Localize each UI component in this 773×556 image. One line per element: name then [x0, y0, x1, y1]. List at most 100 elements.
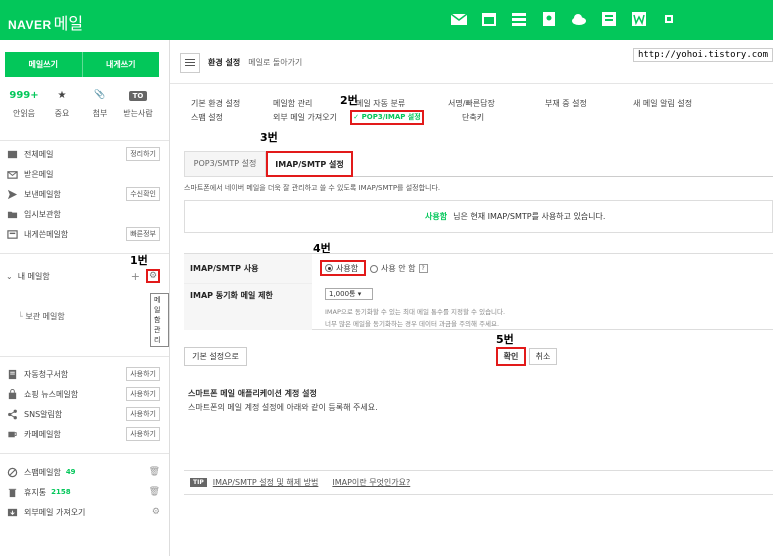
use-button[interactable]: 사용하기	[126, 387, 160, 401]
folder-all[interactable]: 전체메일 정리하기	[6, 146, 160, 162]
divider	[0, 356, 169, 357]
unread-count: 999+	[9, 90, 39, 101]
step-5-label: 5번	[496, 333, 514, 346]
service-shopping[interactable]: 쇼핑 뉴스메일함 사용하기	[6, 386, 160, 402]
url-watermark: http://yohoi.tistory.com	[632, 48, 773, 62]
my-mailbox-header[interactable]: ⌄ 내 메일함 + ⚙	[6, 268, 160, 284]
list-icon[interactable]	[510, 10, 528, 28]
tip-link-setup[interactable]: IMAP/SMTP 설정 및 해제 방법	[213, 477, 319, 488]
trash-count: 2158	[51, 488, 71, 496]
quick-to[interactable]: TO 받는사람	[119, 90, 157, 119]
quick-important[interactable]: ★ 중요	[43, 90, 81, 119]
service-billing[interactable]: 자동청구서함 사용하기	[6, 366, 160, 382]
menu-signature[interactable]: 서명/빠른답장	[448, 98, 495, 109]
write-self-button[interactable]: 내게쓰기	[82, 52, 159, 77]
status-box: 사용함 님은 현재 IMAP/SMTP를 사용하고 있습니다.	[184, 200, 773, 233]
folder-external[interactable]: 외부메일 가져오기 ⚙	[6, 504, 160, 520]
reset-button[interactable]: 기본 설정으로	[184, 347, 247, 366]
top-bar: NAVER 메일	[0, 0, 773, 40]
contacts-icon[interactable]	[540, 10, 558, 28]
help-line-2: 너무 많은 메일을 동기화하는 경우 데이터 과금을 주의해 주세요.	[325, 320, 500, 328]
service-cafe[interactable]: 카페메일함 사용하기	[6, 426, 160, 442]
radio-use[interactable]: 사용함	[320, 260, 366, 276]
brand-logo[interactable]: NAVER 메일	[8, 10, 83, 34]
trash-bin-icon	[6, 486, 18, 498]
menu-basic[interactable]: 기본 환경 설정	[191, 98, 240, 109]
attachment-label: 첨부	[92, 109, 108, 118]
cancel-button[interactable]: 취소	[529, 348, 557, 365]
quick-unread[interactable]: 999+ 안읽음	[5, 90, 43, 119]
divider	[170, 83, 773, 84]
help-icon[interactable]: ?	[418, 264, 428, 273]
folder-label: 임시보관함	[24, 209, 61, 219]
menu-pop3-imap[interactable]: ✓ POP3/IMAP 설정	[350, 110, 424, 125]
gear-icon[interactable]: ⚙	[146, 269, 160, 283]
inbox-icon	[6, 168, 18, 180]
use-button[interactable]: 사용하기	[126, 427, 160, 441]
folder-drafts[interactable]: 임시보관함	[6, 206, 160, 222]
use-button[interactable]: 사용하기	[126, 367, 160, 381]
service-label: 카페메일함	[24, 429, 61, 439]
organize-button[interactable]: 정리하기	[126, 147, 160, 161]
tip-link-what-is-imap[interactable]: IMAP이란 무엇인가요?	[332, 477, 410, 488]
brand-naver: NAVER	[8, 18, 52, 32]
sync-limit-select[interactable]: 1,000통 ▾	[325, 288, 373, 300]
menu-mailbox[interactable]: 메일함 관리	[273, 98, 312, 109]
archive-folder[interactable]: └ 보관 메일함	[18, 311, 65, 322]
mail-icon[interactable]	[450, 10, 468, 28]
tab-bar: POP3/SMTP 설정 IMAP/SMTP 설정	[184, 151, 773, 177]
archive-folder-label: 보관 메일함	[25, 312, 65, 321]
quick-view-button[interactable]: 빠른정부	[126, 227, 160, 241]
menu-new-mail-alert[interactable]: 새 메일 알림 설정	[633, 98, 692, 109]
gear-icon[interactable]: ⚙	[152, 507, 160, 517]
menu-auto-sort[interactable]: 메일 자동 분류	[356, 98, 405, 109]
confirm-button[interactable]: 확인	[496, 347, 526, 366]
use-button[interactable]: 사용하기	[126, 407, 160, 421]
important-label: 중요	[54, 109, 70, 118]
menu-away[interactable]: 부재 중 설정	[545, 98, 587, 109]
cloud-icon[interactable]	[570, 10, 588, 28]
radio-not-use-label: 사용 안 함	[381, 264, 416, 273]
add-folder-icon[interactable]: +	[131, 270, 140, 283]
menu-shortcuts[interactable]: 단축키	[462, 112, 484, 123]
trash-icon[interactable]: 🗑	[149, 487, 160, 497]
menu-icon[interactable]	[180, 52, 200, 73]
manage-mailbox-tooltip: 메일함 관리	[150, 293, 169, 347]
chevron-down-icon[interactable]: ⌄	[6, 272, 13, 281]
service-label: SNS알림함	[24, 409, 63, 419]
quick-attachment[interactable]: 📎 첨부	[81, 90, 119, 119]
tab-imap-smtp[interactable]: IMAP/SMTP 설정	[266, 151, 353, 177]
back-to-mail-link[interactable]: 메일로 돌아가기	[248, 57, 302, 68]
folder-sent[interactable]: 보낸메일함 수신확인	[6, 186, 160, 202]
radio-unchecked-icon	[370, 264, 378, 273]
to-label: 받는사람	[123, 109, 153, 118]
trash-icon[interactable]: 🗑	[149, 467, 160, 477]
shopping-bag-icon	[6, 388, 18, 400]
menu-spam[interactable]: 스팸 설정	[191, 112, 223, 123]
folder-spam[interactable]: 스팸메일함 49 🗑	[6, 464, 160, 480]
folder-inbox[interactable]: 받은메일	[6, 166, 160, 182]
menu-external[interactable]: 외부 메일 가져오기	[273, 112, 337, 123]
folder-label: 스팸메일함	[24, 467, 61, 477]
divider	[0, 140, 169, 141]
tab-pop3-smtp[interactable]: POP3/SMTP 설정	[184, 151, 266, 177]
office-icon[interactable]	[630, 10, 648, 28]
service-label: 자동청구서함	[24, 369, 69, 379]
radio-not-use[interactable]: 사용 안 함?	[370, 263, 428, 274]
share-icon	[6, 408, 18, 420]
brand-mail: 메일	[53, 16, 84, 33]
more-icon[interactable]	[660, 10, 678, 28]
page-title: 환경 설정	[208, 58, 241, 67]
calendar-icon[interactable]	[480, 10, 498, 28]
memo-icon[interactable]	[600, 10, 618, 28]
quick-filters: 999+ 안읽음 ★ 중요 📎 첨부 TO 받는사람	[5, 90, 165, 119]
folder-trash[interactable]: 휴지통 2158 🗑	[6, 484, 160, 500]
write-mail-button[interactable]: 메일쓰기	[5, 52, 83, 77]
folder-self[interactable]: 내게쓴메일함 빠른정부	[6, 226, 160, 242]
sent-icon	[6, 188, 18, 200]
unread-label: 안읽음	[12, 109, 36, 118]
service-sns[interactable]: SNS알림함 사용하기	[6, 406, 160, 422]
block-icon	[6, 466, 18, 478]
drafts-folder-icon	[6, 208, 18, 220]
read-receipt-button[interactable]: 수신확인	[126, 187, 160, 201]
